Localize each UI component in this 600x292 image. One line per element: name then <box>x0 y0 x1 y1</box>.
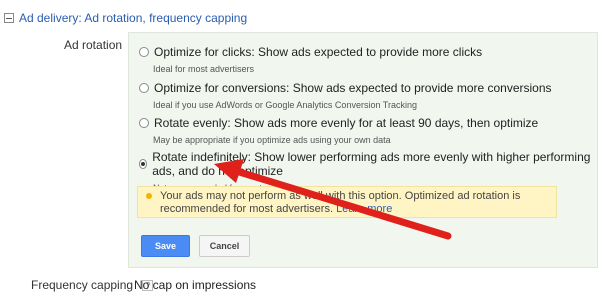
annotation-arrow-icon <box>214 159 452 240</box>
